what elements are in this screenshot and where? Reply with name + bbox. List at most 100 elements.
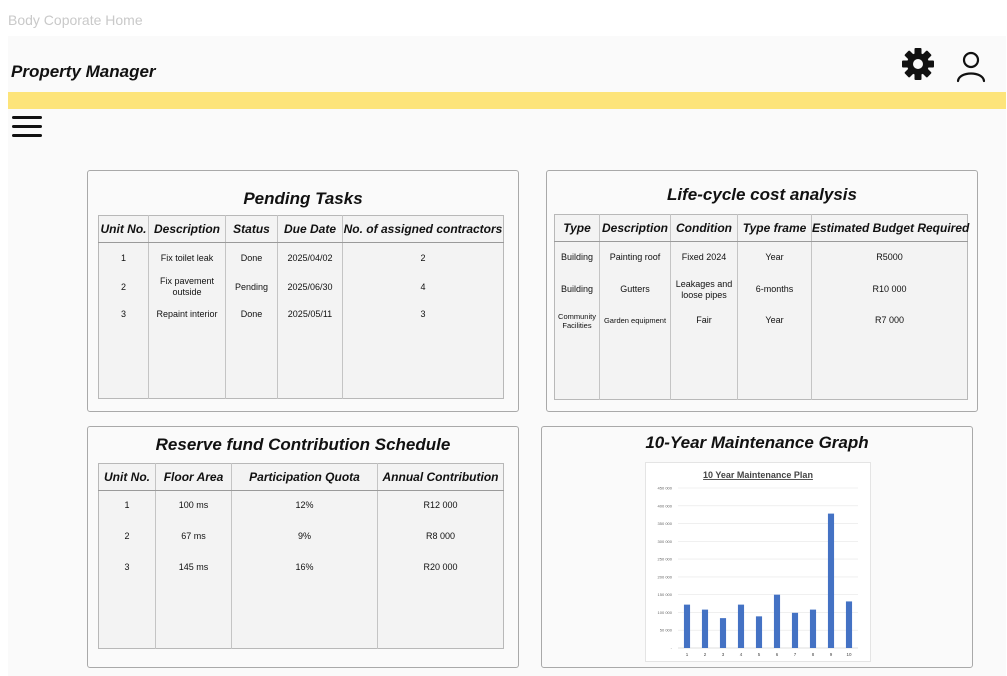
lifecycle-title: Life-cycle cost analysis [667,185,857,204]
column-header: Floor Area [155,463,232,491]
lifecycle-table: Type Description Condition Type frame Es… [554,214,969,400]
reserve-fund-card: Reserve fund Contribution Schedule Unit … [87,426,519,668]
column-header: No. of assigned contractors [342,215,504,243]
column-header: Condition [670,214,738,242]
column-header: Status [225,215,278,243]
table-cell: Year [737,305,812,336]
table-header-row: Type Description Condition Type frame Es… [554,214,969,242]
table-row: 1 Fix toilet leak Done 2025/04/02 2 [98,242,504,274]
y-tick-label: 400 000 [658,503,673,508]
table-cell: 2025/06/30 [277,273,343,301]
chart-bar [791,612,799,648]
table-row: Building Painting roof Fixed 2024 Year R… [554,241,968,274]
y-tick-label: 200 000 [658,574,673,579]
column-header: Estimated Budget Required [811,214,969,242]
x-tick-label: 5 [758,652,761,657]
table-cell: 2025/05/11 [277,300,343,329]
table-cell: 67 ms [155,520,232,552]
column-header: Due Date [277,215,343,243]
chart-title: 10 Year Maintenance Plan [703,470,813,480]
table-row: Community Facilities Garden equipment Fa… [554,305,968,336]
table-cell: R10 000 [872,284,907,294]
table-cell: Garden equipment [599,305,671,336]
chart-bar [683,604,691,648]
column-header: Participation Quota [231,463,378,491]
table-cell: 2 [98,273,149,301]
table-row: Building Gutters Leakages and loose pipe… [554,273,968,306]
app-title: Property Manager [11,62,156,81]
table-row-empty [554,335,968,400]
y-tick-label: 450 000 [658,486,673,491]
table-cell: R8 000 [425,530,456,541]
reserve-fund-title: Reserve fund Contribution Schedule [155,435,451,454]
y-tick-label: 50 000 [660,628,673,633]
table-cell: 3 [98,300,149,329]
chart-bar [845,601,853,648]
x-tick-label: 10 [846,652,852,657]
pending-tasks-title: Pending Tasks [243,189,363,208]
table-cell: Fixed 2024 [670,241,738,274]
table-row-empty [98,328,504,399]
table-cell: 3 [420,309,426,319]
y-tick-label: - [671,646,673,651]
header-accent-bar [8,92,1006,109]
column-header: Type [554,214,600,242]
table-row: 2 67 ms 9% R8 000 [98,520,504,552]
table-cell: R12 000 [423,500,458,511]
table-cell: 6-months [737,273,812,306]
table-row: 2 Fix pavement outside Pending 2025/06/3… [98,273,504,301]
table-cell: Done [225,300,278,329]
x-tick-label: 7 [794,652,797,657]
chart-bar [809,609,817,648]
table-cell: Fix pavement outside [148,273,226,301]
table-cell: Pending [225,273,278,301]
chart-bar [737,604,745,648]
table-cell: 4 [420,281,426,292]
maintenance-graph-title: 10-Year Maintenance Graph [645,433,869,452]
maintenance-chart-svg: 10 Year Maintenance Plan - 50 000 100 000 1… [658,470,858,657]
table-cell: 100 ms [155,490,232,521]
pending-tasks-card: Pending Tasks Unit No. Description Statu… [87,170,519,412]
table-cell: Gutters [599,273,671,306]
table-cell: R5000 [876,252,903,263]
y-tick-label: 350 000 [658,521,673,526]
chart-bar [827,513,835,648]
table-row: 1 100 ms 12% R12 000 [98,490,504,521]
table-cell: 2025/04/02 [277,242,343,274]
table-cell: Building [554,241,600,274]
user-icon[interactable] [953,48,989,84]
chart-bar [719,618,727,648]
table-row: 3 Repaint interior Done 2025/05/11 3 [98,300,504,329]
table-cell: Painting roof [599,241,671,274]
hamburger-icon[interactable] [12,116,44,140]
x-tick-label: 9 [830,652,833,657]
x-tick-label: 8 [812,652,815,657]
table-cell: Fair [670,305,738,336]
table-header-row: Unit No. Floor Area Participation Quota … [98,463,504,491]
column-header: Type frame [737,214,812,242]
column-header: Description [599,214,671,242]
table-header-row: Unit No. Description Status Due Date No.… [98,215,504,243]
table-cell: 2 [420,252,426,263]
gear-icon[interactable] [900,46,936,82]
y-tick-label: 300 000 [658,539,673,544]
table-cell: 2 [98,520,156,552]
table-row-empty [98,582,504,649]
x-tick-label: 2 [704,652,707,657]
table-row: 3 145 ms 16% R20 000 [98,551,504,583]
table-cell: R7 000 [874,315,905,325]
column-header: Unit No. [98,215,149,243]
table-cell: 1 [98,490,156,521]
table-cell: 16% [231,551,378,583]
chart-bar [773,594,781,648]
x-tick-label: 3 [722,652,725,657]
x-tick-label: 6 [776,652,779,657]
column-header: Unit No. [98,463,156,491]
table-cell: 145 ms [155,551,232,583]
x-tick-label: 1 [686,652,689,657]
table-cell: 9% [231,520,378,552]
document-title: Body Coporate Home [8,12,143,28]
table-cell: Done [225,242,278,274]
y-tick-label: 250 000 [658,557,673,562]
table-cell: Repaint interior [148,300,226,329]
